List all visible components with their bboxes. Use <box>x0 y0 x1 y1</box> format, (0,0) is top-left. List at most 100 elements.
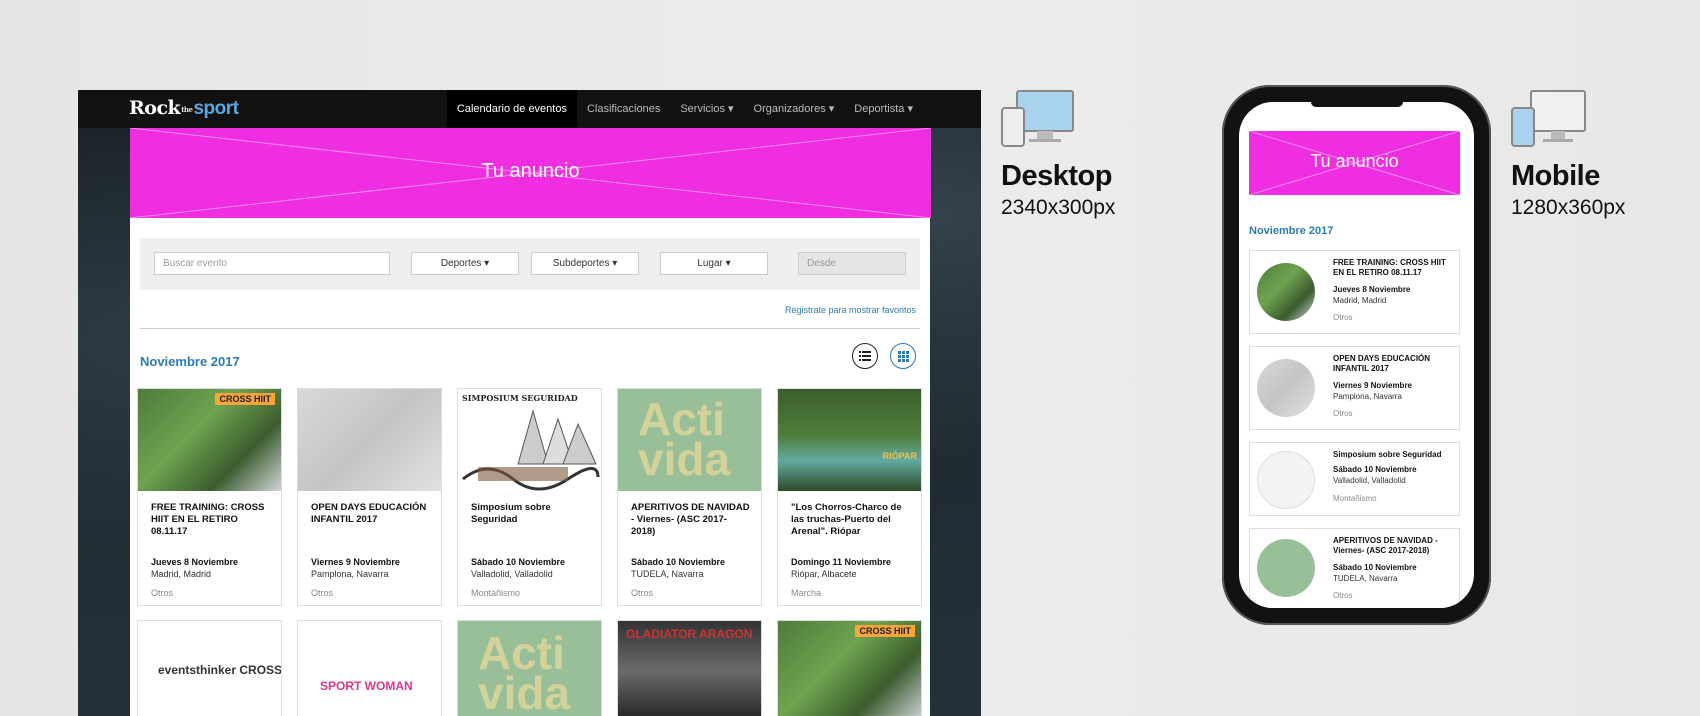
event-place: Madrid, Madrid <box>1333 296 1387 305</box>
grid-view-button[interactable] <box>890 343 916 369</box>
list-view-button[interactable] <box>852 343 878 369</box>
lugar-dropdown[interactable]: Lugar ▾ <box>660 252 768 275</box>
desktop-caption-size: 2340x300px <box>1001 196 1116 219</box>
nav-clasificaciones[interactable]: Clasificaciones <box>577 90 670 128</box>
register-favorites-link[interactable]: Registrate para mostrar favoritos <box>785 305 916 315</box>
grid-icon <box>897 350 909 362</box>
desktop-mockup: Rockthesport Calendario de eventos Clasi… <box>78 90 981 716</box>
event-title: Simposium sobre Seguridad <box>471 502 551 525</box>
event-card[interactable]: Acti vida <box>457 620 602 716</box>
event-category: Otros <box>311 588 334 598</box>
event-card[interactable]: Simposium sobre Seguridad Sábado 10 Novi… <box>1249 442 1460 516</box>
nav-servicios[interactable]: Servicios ▾ <box>670 90 743 128</box>
event-image-badge: GLADIATOR ARAGON <box>626 627 753 641</box>
event-card[interactable]: OPEN DAYS EDUCACIÓN INFANTIL 2017 Vierne… <box>297 388 442 606</box>
event-image: Acti vida <box>618 389 761 491</box>
event-category: Montañismo <box>1333 494 1377 503</box>
event-date: Viernes 9 Noviembre <box>1333 381 1413 390</box>
event-image: GLADIATOR ARAGON <box>618 621 761 716</box>
month-heading: Noviembre 2017 <box>140 354 240 369</box>
event-card[interactable]: APERITIVOS DE NAVIDAD - Viernes- (ASC 20… <box>1249 528 1460 608</box>
event-image-badge: Acti vida <box>478 627 571 716</box>
event-image <box>1257 263 1315 321</box>
event-image-badge: CROSS HIIT <box>855 625 915 637</box>
ad-banner[interactable]: Tu anuncio <box>130 128 931 218</box>
deportes-dropdown[interactable]: Deportes ▾ <box>411 252 519 275</box>
logo[interactable]: Rockthesport <box>129 97 239 120</box>
event-category: Otros <box>1333 409 1353 418</box>
filter-bar: Buscar evento Deportes ▾ Subdeportes ▾ L… <box>140 238 920 290</box>
mobile-devices-icon <box>1511 90 1587 153</box>
mobile-caption-title: Mobile <box>1511 160 1600 192</box>
event-date: Sábado 10 Noviembre <box>1333 465 1417 474</box>
event-card[interactable]: eventsthinker CROSS <box>137 620 282 716</box>
event-image <box>1257 539 1315 597</box>
event-image: Acti vida <box>458 621 601 716</box>
event-image: eventsthinker CROSS <box>138 621 282 716</box>
event-card[interactable]: OPEN DAYS EDUCACIÓN INFANTIL 2017 Vierne… <box>1249 346 1460 430</box>
event-title: OPEN DAYS EDUCACIÓN INFANTIL 2017 <box>1333 354 1431 373</box>
event-image: CROSS HIIT <box>778 621 921 716</box>
event-title: "Los Chorros-Charco de las truchas-Puert… <box>791 502 902 537</box>
event-category: Otros <box>1333 591 1353 600</box>
event-date: Sábado 10 Noviembre <box>631 557 726 567</box>
event-card[interactable]: SPORT WOMAN <box>297 620 442 716</box>
event-place: TUDELA, Navarra <box>1333 574 1398 583</box>
event-grid: CROSS HIIT FREE TRAINING: CROSS HIIT EN … <box>137 388 923 716</box>
event-card[interactable]: FREE TRAINING: CROSS HIIT EN EL RETIRO 0… <box>1249 250 1460 334</box>
event-title: APERITIVOS DE NAVIDAD - Viernes- (ASC 20… <box>631 502 750 537</box>
desde-date-input[interactable]: Desde <box>798 252 906 275</box>
event-card[interactable]: Acti vida APERITIVOS DE NAVIDAD - Vierne… <box>617 388 762 606</box>
subdeportes-dropdown[interactable]: Subdeportes ▾ <box>531 252 639 275</box>
event-place: Valladolid, Valladolid <box>1333 476 1406 485</box>
event-image: CROSS HIIT <box>138 389 281 491</box>
phone-screen: Tu anuncio Noviembre 2017 FREE TRAINING:… <box>1239 102 1474 608</box>
nav-organizadores[interactable]: Organizadores ▾ <box>744 90 845 128</box>
event-illustration <box>462 409 600 491</box>
event-date: Domingo 11 Noviembre <box>791 557 892 567</box>
desktop-devices-icon <box>1001 90 1075 153</box>
event-image-badge: eventsthinker CROSS <box>158 663 282 677</box>
event-place: Pamplona, Navarra <box>311 569 389 579</box>
main-menu: Calendario de eventos Clasificaciones Se… <box>446 90 923 128</box>
event-title: Simposium sobre Seguridad <box>1333 450 1442 459</box>
event-image <box>1257 359 1315 417</box>
event-date: Viernes 9 Noviembre <box>311 557 400 567</box>
event-image-badge: SPORT WOMAN <box>320 679 413 693</box>
event-date: Sábado 10 Noviembre <box>471 557 566 567</box>
top-navbar: Rockthesport Calendario de eventos Clasi… <box>78 90 981 128</box>
event-category: Montañismo <box>471 588 521 598</box>
event-image: SPORT WOMAN <box>298 621 441 716</box>
ad-label: Tu anuncio <box>1310 151 1399 171</box>
event-image <box>298 389 441 491</box>
event-card[interactable]: CROSS HIIT <box>777 620 922 716</box>
event-title: FREE TRAINING: CROSS HIIT EN EL RETIRO 0… <box>151 502 265 537</box>
month-heading: Noviembre 2017 <box>1249 225 1334 237</box>
event-title: OPEN DAYS EDUCACIÓN INFANTIL 2017 <box>311 502 427 525</box>
event-image: SIMPOSIUM SEGURIDAD <box>458 389 601 491</box>
nav-calendario[interactable]: Calendario de eventos <box>446 90 577 128</box>
event-date: Sábado 10 Noviembre <box>1333 563 1417 572</box>
content-panel: Tu anuncio Buscar evento Deportes ▾ Subd… <box>130 128 931 716</box>
event-date: Jueves 8 Noviembre <box>1333 285 1411 294</box>
event-place: Valladolid, Valladolid <box>471 569 553 579</box>
event-card[interactable]: GLADIATOR ARAGON <box>617 620 762 716</box>
event-image <box>1257 451 1315 509</box>
event-card[interactable]: CROSS HIIT FREE TRAINING: CROSS HIIT EN … <box>137 388 282 606</box>
mobile-mockup: Tu anuncio Noviembre 2017 FREE TRAINING:… <box>1222 85 1491 625</box>
divider <box>140 328 920 329</box>
event-date: Jueves 8 Noviembre <box>151 557 239 567</box>
event-place: Madrid, Madrid <box>151 569 212 579</box>
nav-deportista[interactable]: Deportista ▾ <box>844 90 923 128</box>
search-input[interactable]: Buscar evento <box>154 252 390 275</box>
event-category: Otros <box>1333 313 1353 322</box>
ad-banner[interactable]: Tu anuncio <box>1249 131 1460 195</box>
event-place: TUDELA, Navarra <box>631 569 704 579</box>
event-card[interactable]: RIÓPAR "Los Chorros-Charco de las trucha… <box>777 388 922 606</box>
event-card[interactable]: SIMPOSIUM SEGURIDAD Simposium sobre Segu… <box>457 388 602 606</box>
event-title: FREE TRAINING: CROSS HIIT EN EL RETIRO 0… <box>1333 258 1446 277</box>
event-image-badge: CROSS HIIT <box>215 393 275 405</box>
event-place: Riópar, Albacete <box>791 569 857 579</box>
event-image-badge: RIÓPAR <box>882 451 917 461</box>
event-category: Otros <box>151 588 174 598</box>
